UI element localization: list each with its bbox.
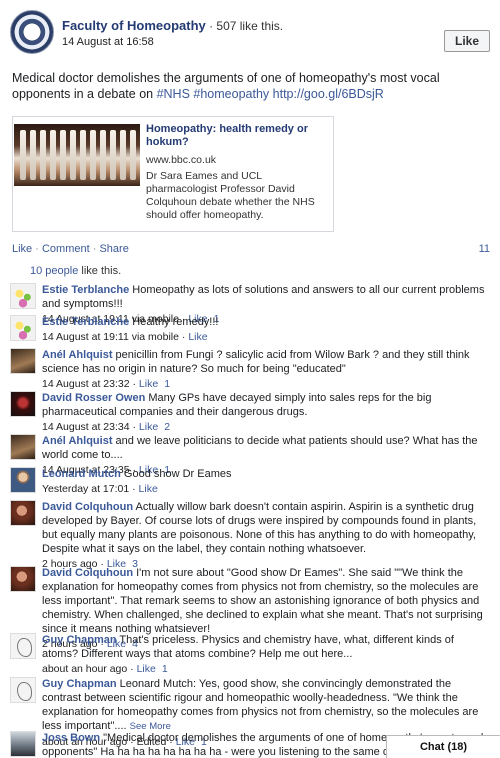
comment-body: David Colquhoun Actually willow bark doe… — [42, 500, 490, 571]
comment-time[interactable]: Yesterday at 17:01 — [42, 483, 129, 495]
post-timestamp[interactable]: 14 August at 16:58 — [62, 36, 154, 48]
shared-link-thumbnail[interactable] — [14, 124, 140, 186]
page-avatar[interactable] — [10, 10, 54, 54]
likes-people-link[interactable]: 10 people — [30, 265, 78, 277]
commenter-avatar[interactable] — [10, 677, 36, 703]
commenter-avatar[interactable] — [10, 566, 36, 592]
comment-body: David Rosser Owen Many GPs have decayed … — [42, 391, 490, 434]
commenter-avatar[interactable] — [10, 348, 36, 374]
comment-author[interactable]: Joss Bown — [42, 732, 100, 744]
commenter-avatar[interactable] — [10, 315, 36, 341]
comment-meta: Yesterday at 17:01 · Like — [42, 483, 158, 495]
shared-link-title[interactable]: Homeopathy: health remedy or hokum? — [146, 123, 326, 149]
page-likes-count: · 507 like this. — [205, 19, 284, 33]
commenter-avatar[interactable] — [10, 283, 36, 309]
likes-summary: 10 people like this. — [30, 265, 121, 277]
comment-author[interactable]: Estie Terblanche — [42, 316, 129, 328]
comment-like-link[interactable]: Like — [139, 378, 158, 390]
comment-time[interactable]: 14 August at 23:32 — [42, 378, 130, 390]
comment-meta: 14 August at 23:34 · Like 2 — [42, 421, 171, 433]
commenter-avatar[interactable] — [10, 633, 36, 659]
commenter-avatar[interactable] — [10, 467, 36, 493]
shared-link-description: Dr Sara Eames and UCL pharmacologist Pro… — [146, 170, 315, 221]
comment-body: Estie Terblanche Healthy remedy!!! 14 Au… — [42, 315, 490, 344]
comment-link[interactable]: Comment — [42, 243, 90, 255]
comment-meta: 14 August at 19:11 via mobile · Like — [42, 331, 208, 343]
comment-meta: 14 August at 23:32 · Like 1 — [42, 378, 171, 390]
hashtag-homeopathy[interactable]: #homeopathy — [193, 87, 269, 101]
commenter-avatar[interactable] — [10, 391, 36, 417]
commenter-avatar[interactable] — [10, 434, 36, 460]
comment-author[interactable]: Anél Ahlquist — [42, 435, 112, 447]
share-count[interactable]: 11 — [479, 243, 490, 255]
share-link[interactable]: Share — [99, 243, 128, 255]
comment-like-link[interactable]: Like — [188, 331, 207, 343]
comment-text: Healthy remedy!!! — [129, 316, 219, 328]
comment-like-link[interactable]: Like — [139, 483, 158, 495]
like-post-link[interactable]: Like — [12, 243, 32, 255]
commenter-avatar[interactable] — [10, 731, 36, 757]
comment-body: Anél Ahlquist penicillin from Fungi ? sa… — [42, 348, 490, 391]
comment-time[interactable]: 14 August at 23:34 — [42, 421, 130, 433]
post-short-link[interactable]: http://goo.gl/6BDsjR — [273, 87, 384, 101]
like-page-button[interactable]: Like — [444, 30, 490, 52]
comment-author[interactable]: Anél Ahlquist — [42, 349, 112, 361]
separator: · — [92, 243, 97, 255]
chat-bar-button[interactable]: Chat (18) — [386, 735, 500, 758]
comment-like-count[interactable]: 1 — [162, 663, 168, 675]
likes-suffix: like this. — [78, 265, 122, 277]
comment-like-count[interactable]: 1 — [164, 378, 170, 390]
post-actions: Like · Comment · Share — [12, 243, 129, 255]
post-text: Medical doctor demolishes the arguments … — [12, 70, 490, 102]
comment-meta: about an hour ago · Like 1 — [42, 663, 168, 675]
shared-link-card[interactable]: Homeopathy: health remedy or hokum? www.… — [12, 116, 334, 232]
comment-author[interactable]: Guy Chapman — [42, 678, 117, 690]
comment-time[interactable]: 14 August at 19:11 via mobile — [42, 331, 179, 343]
comment-like-link[interactable]: Like — [139, 421, 158, 433]
comment-author[interactable]: David Colquhoun — [42, 501, 133, 513]
separator: · — [35, 243, 39, 255]
page-name-link[interactable]: Faculty of Homeopathy — [62, 18, 206, 33]
commenter-avatar[interactable] — [10, 500, 36, 526]
comment-author[interactable]: Estie Terblanche — [42, 284, 129, 296]
comment-author[interactable]: David Rosser Owen — [42, 392, 145, 404]
comment-author[interactable]: Guy Chapman — [42, 634, 117, 646]
comment-text: Good show Dr Eames — [120, 468, 232, 480]
hashtag-nhs[interactable]: #NHS — [157, 87, 190, 101]
comment-time[interactable]: about an hour ago — [42, 663, 127, 675]
comment-author[interactable]: Leonard Mutch — [42, 468, 121, 480]
comment-like-link[interactable]: Like — [137, 663, 156, 675]
shared-link-domain: www.bbc.co.uk — [146, 154, 217, 166]
page-name-line: Faculty of Homeopathy · 507 like this. — [62, 18, 283, 33]
comment-body: Leonard Mutch Good show Dr Eames Yesterd… — [42, 467, 490, 496]
comment-body: Guy Chapman That's priceless. Physics an… — [42, 633, 490, 676]
post-header: Faculty of Homeopathy · 507 like this. 1… — [10, 10, 490, 54]
comment-like-count[interactable]: 2 — [164, 421, 170, 433]
comment-author[interactable]: David Colquhoun — [42, 567, 133, 579]
